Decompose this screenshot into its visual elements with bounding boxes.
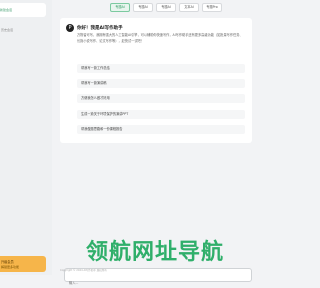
suggestion-item[interactable]: 帮我写一篇工作总结 — [77, 64, 245, 73]
suggestion-item[interactable]: 帮我做题思路和一份课程报告 — [77, 125, 245, 134]
upgrade-title: 升级会员 — [1, 260, 14, 264]
tab-1[interactable]: 专题AI — [110, 3, 130, 12]
welcome-title: 你好！我是AI写作助手 — [77, 26, 123, 31]
welcome-intro: 万物皆可写，我拥有强大的人工智能AI引擎，可以辅助你快速写作，AI写作助手还有更… — [77, 33, 243, 43]
suggestion-item[interactable]: 帮我写一篇演讲稿 — [77, 79, 245, 88]
copyright-text: Copyright © 2024 AI写作助手 版权所有 — [60, 269, 107, 272]
tab-5[interactable]: 专题Pro — [202, 3, 222, 12]
tab-4[interactable]: 文本AI — [179, 3, 199, 12]
sidebar: 新建会话 历史会话 升级会员 解锁更多功能 — [0, 0, 52, 275]
chat-input[interactable] — [69, 281, 219, 285]
mode-tabs: 专题AI 专题AI 专题AI 文本AI 专题Pro — [110, 3, 222, 12]
suggestion-item[interactable]: 方便我怎么做才好用 — [77, 94, 245, 103]
upgrade-banner[interactable]: 升级会员 解锁更多功能 — [0, 256, 46, 272]
tab-3[interactable]: 专题AI — [156, 3, 176, 12]
suggestion-item[interactable]: 生成一篇关于环境保护的演讲PPT — [77, 110, 245, 119]
new-chat-label: 新建会话 — [0, 8, 13, 12]
new-chat-button[interactable]: 新建会话 — [0, 3, 46, 17]
watermark-text: 领航网址导航 — [86, 240, 225, 265]
history-item[interactable]: 历史会话 — [1, 28, 13, 32]
tab-2[interactable]: 专题AI — [133, 3, 153, 12]
upgrade-subtitle: 解锁更多功能 — [1, 265, 20, 269]
assistant-avatar-icon: P — [66, 24, 74, 32]
